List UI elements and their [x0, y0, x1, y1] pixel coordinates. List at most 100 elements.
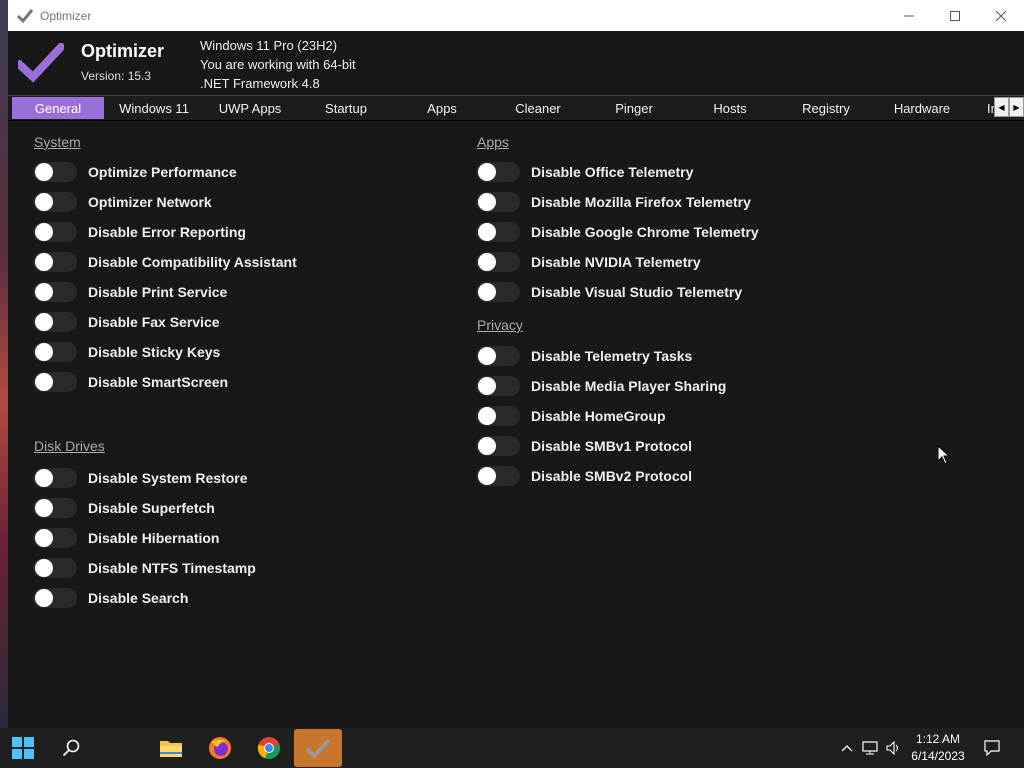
toggle-switch[interactable] [476, 346, 520, 366]
option-row[interactable]: Disable Fax Service [33, 311, 220, 333]
option-row[interactable]: Disable SMBv1 Protocol [476, 435, 692, 457]
option-label: Disable Office Telemetry [531, 164, 694, 180]
minimize-icon [904, 15, 914, 16]
taskbar-file-explorer[interactable] [152, 728, 190, 768]
window-title: Optimizer [40, 8, 92, 23]
tab-apps[interactable]: Apps [396, 97, 488, 119]
notifications-button[interactable] [980, 728, 1004, 768]
option-row[interactable]: Disable Sticky Keys [33, 341, 220, 363]
toggle-switch[interactable] [476, 252, 520, 272]
close-button[interactable] [978, 0, 1024, 31]
option-label: Disable Error Reporting [88, 224, 246, 240]
option-row[interactable]: Disable Hibernation [33, 527, 219, 549]
show-hidden-icons-button[interactable] [837, 728, 857, 768]
maximize-button[interactable] [932, 0, 978, 31]
section-system-title: System [34, 134, 81, 150]
toggle-switch[interactable] [33, 282, 77, 302]
toggle-switch[interactable] [476, 406, 520, 426]
option-row[interactable]: Disable Telemetry Tasks [476, 345, 692, 367]
notification-icon [984, 740, 1000, 756]
toggle-switch[interactable] [476, 436, 520, 456]
option-row[interactable]: Disable NVIDIA Telemetry [476, 251, 701, 273]
option-row[interactable]: Disable Mozilla Firefox Telemetry [476, 191, 751, 213]
option-row[interactable]: Disable Print Service [33, 281, 227, 303]
tab-uwp-apps[interactable]: UWP Apps [204, 97, 296, 119]
toggle-switch[interactable] [476, 466, 520, 486]
taskbar-chrome[interactable] [250, 728, 288, 768]
tab-startup[interactable]: Startup [300, 97, 392, 119]
option-row[interactable]: Disable Search [33, 587, 188, 609]
network-status[interactable] [860, 728, 882, 768]
start-button[interactable] [4, 728, 42, 768]
option-row[interactable]: Disable SMBv2 Protocol [476, 465, 692, 487]
option-row[interactable]: Disable Media Player Sharing [476, 375, 726, 397]
section-privacy-title: Privacy [477, 317, 523, 333]
option-label: Disable Media Player Sharing [531, 378, 727, 394]
tab-windows-11[interactable]: Windows 11 [108, 97, 200, 119]
option-label: Disable Fax Service [88, 314, 220, 330]
taskbar: 1:12 AM 6/14/2023 [0, 728, 1024, 768]
tab-cleaner[interactable]: Cleaner [492, 97, 584, 119]
toggle-switch[interactable] [33, 222, 77, 242]
tab-scroll-right-button[interactable]: ▶ [1009, 97, 1024, 117]
toggle-switch[interactable] [33, 252, 77, 272]
tab-general[interactable]: General [12, 97, 104, 119]
toggle-switch[interactable] [476, 162, 520, 182]
toggle-switch[interactable] [33, 312, 77, 332]
option-row[interactable]: Disable Compatibility Assistant [33, 251, 297, 273]
taskbar-optimizer[interactable] [294, 729, 342, 767]
toggle-switch[interactable] [33, 342, 77, 362]
app-name: Optimizer [81, 41, 165, 61]
toggle-switch[interactable] [476, 222, 520, 242]
option-row[interactable]: Disable Superfetch [33, 497, 215, 519]
option-label: Disable Visual Studio Telemetry [531, 284, 743, 300]
network-icon [862, 741, 878, 755]
toggle-switch[interactable] [33, 498, 77, 518]
system-info: Windows 11 Pro (23H2) You are working wi… [200, 36, 356, 93]
toggle-switch[interactable] [33, 162, 77, 182]
system-clock[interactable]: 1:12 AM 6/14/2023 [900, 731, 976, 765]
toggle-switch[interactable] [476, 282, 520, 302]
option-row[interactable]: Disable HomeGroup [476, 405, 666, 427]
toggle-switch[interactable] [33, 372, 77, 392]
section-apps-title: Apps [477, 134, 509, 150]
taskbar-firefox[interactable] [201, 728, 239, 768]
option-label: Disable Mozilla Firefox Telemetry [531, 194, 751, 210]
option-row[interactable]: Disable System Restore [33, 467, 248, 489]
app-version: Version: 15.3 [81, 69, 152, 83]
firefox-icon [209, 737, 231, 759]
maximize-icon [950, 10, 960, 21]
toggle-switch[interactable] [476, 376, 520, 396]
option-label: Disable SMBv2 Protocol [531, 468, 693, 484]
option-row[interactable]: Disable NTFS Timestamp [33, 557, 256, 579]
tab-pinger[interactable]: Pinger [588, 97, 680, 119]
option-label: Disable System Restore [88, 470, 248, 486]
clock-time: 1:12 AM [915, 732, 961, 746]
toggle-switch[interactable] [476, 192, 520, 212]
tab-bar: General Windows 11 UWP Apps Startup Apps… [8, 96, 1024, 121]
tab-registry[interactable]: Registry [780, 97, 872, 119]
toggle-switch[interactable] [33, 528, 77, 548]
option-label: Disable NTFS Timestamp [88, 560, 256, 576]
toggle-switch[interactable] [33, 558, 77, 578]
search-button[interactable] [52, 728, 90, 768]
tab-scroll: ◀ ▶ [994, 97, 1024, 117]
option-row[interactable]: Disable SmartScreen [33, 371, 228, 393]
option-row[interactable]: Disable Office Telemetry [476, 161, 693, 183]
bitness-info: You are working with 64-bit [200, 57, 356, 72]
minimize-button[interactable] [886, 0, 932, 31]
toggle-switch[interactable] [33, 588, 77, 608]
tab-scroll-left-button[interactable]: ◀ [994, 97, 1009, 117]
option-row[interactable]: Optimize Performance [33, 161, 237, 183]
option-row[interactable]: Disable Google Chrome Telemetry [476, 221, 759, 243]
tab-hardware[interactable]: Hardware [876, 97, 968, 119]
toggle-switch[interactable] [33, 468, 77, 488]
toggle-switch[interactable] [33, 192, 77, 212]
option-row[interactable]: Disable Error Reporting [33, 221, 246, 243]
optimizer-logo-icon [18, 43, 64, 83]
option-row[interactable]: Optimizer Network [33, 191, 212, 213]
general-panel: System Optimize Performance Optimizer Ne… [8, 121, 1024, 728]
option-label: Optimize Performance [88, 164, 237, 180]
tab-hosts[interactable]: Hosts [684, 97, 776, 119]
option-row[interactable]: Disable Visual Studio Telemetry [476, 281, 742, 303]
